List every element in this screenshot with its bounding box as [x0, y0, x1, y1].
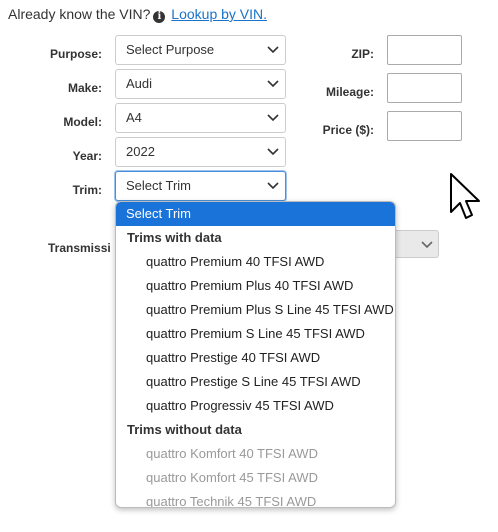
- make-select[interactable]: Audi: [115, 69, 286, 99]
- year-label: Year:: [72, 149, 102, 163]
- chevron-down-icon: [267, 46, 279, 54]
- vin-prompt: Already know the VIN?: [8, 6, 151, 22]
- trim-option-selected[interactable]: Select Trim: [116, 202, 395, 226]
- chevron-down-icon: [267, 80, 279, 88]
- make-label: Make:: [67, 81, 102, 95]
- trim-option[interactable]: quattro Premium Plus S Line 45 TFSI AWD: [116, 298, 395, 322]
- vin-lookup-line: Already know the VIN? i Lookup by VIN.: [8, 6, 267, 23]
- zip-input[interactable]: [387, 35, 462, 65]
- transmission-label: Transmissi: [48, 241, 111, 255]
- chevron-down-icon: [421, 241, 433, 249]
- model-label: Model:: [63, 115, 102, 129]
- chevron-down-icon: [267, 114, 279, 122]
- mileage-label: Mileage:: [325, 85, 374, 99]
- year-value: 2022: [126, 144, 155, 159]
- trim-option[interactable]: quattro Premium 40 TFSI AWD: [116, 250, 395, 274]
- trim-value: Select Trim: [126, 178, 192, 193]
- trim-option[interactable]: quattro Premium S Line 45 TFSI AWD: [116, 322, 395, 346]
- trim-option[interactable]: quattro Progressiv 45 TFSI AWD: [116, 394, 395, 418]
- trim-select[interactable]: Select Trim: [115, 171, 286, 201]
- model-value: A4: [126, 110, 142, 125]
- info-icon: i: [153, 11, 166, 23]
- purpose-value: Select Purpose: [126, 42, 215, 57]
- lookup-by-vin-link[interactable]: Lookup by VIN.: [171, 6, 267, 22]
- trim-option-disabled: quattro Technik 45 TFSI AWD: [146, 494, 317, 508]
- mileage-input[interactable]: [387, 73, 462, 103]
- trim-option[interactable]: quattro Prestige S Line 45 TFSI AWD: [116, 370, 395, 394]
- model-select[interactable]: A4: [115, 103, 286, 133]
- purpose-select[interactable]: Select Purpose: [115, 35, 286, 65]
- transmission-select[interactable]: [396, 230, 439, 258]
- chevron-down-icon: [267, 182, 279, 190]
- trim-label: Trim:: [72, 183, 102, 197]
- trim-dropdown-list[interactable]: Select Trim Trims with data quattro Prem…: [115, 201, 396, 508]
- chevron-down-icon: [267, 148, 279, 156]
- trim-group-with-data: Trims with data: [127, 230, 222, 245]
- zip-label: ZIP:: [351, 47, 374, 61]
- make-value: Audi: [126, 76, 153, 91]
- trim-option-disabled: quattro Komfort 40 TFSI AWD: [146, 446, 318, 461]
- year-select[interactable]: 2022: [115, 137, 286, 167]
- price-input[interactable]: [387, 111, 462, 141]
- trim-option-disabled: quattro Komfort 45 TFSI AWD: [146, 470, 318, 485]
- trim-group-without-data: Trims without data: [127, 422, 242, 437]
- price-label: Price ($):: [322, 123, 374, 137]
- purpose-label: Purpose:: [49, 47, 102, 61]
- mouse-cursor-icon: [450, 173, 480, 219]
- trim-option[interactable]: quattro Prestige 40 TFSI AWD: [116, 346, 395, 370]
- trim-option[interactable]: quattro Premium Plus 40 TFSI AWD: [116, 274, 395, 298]
